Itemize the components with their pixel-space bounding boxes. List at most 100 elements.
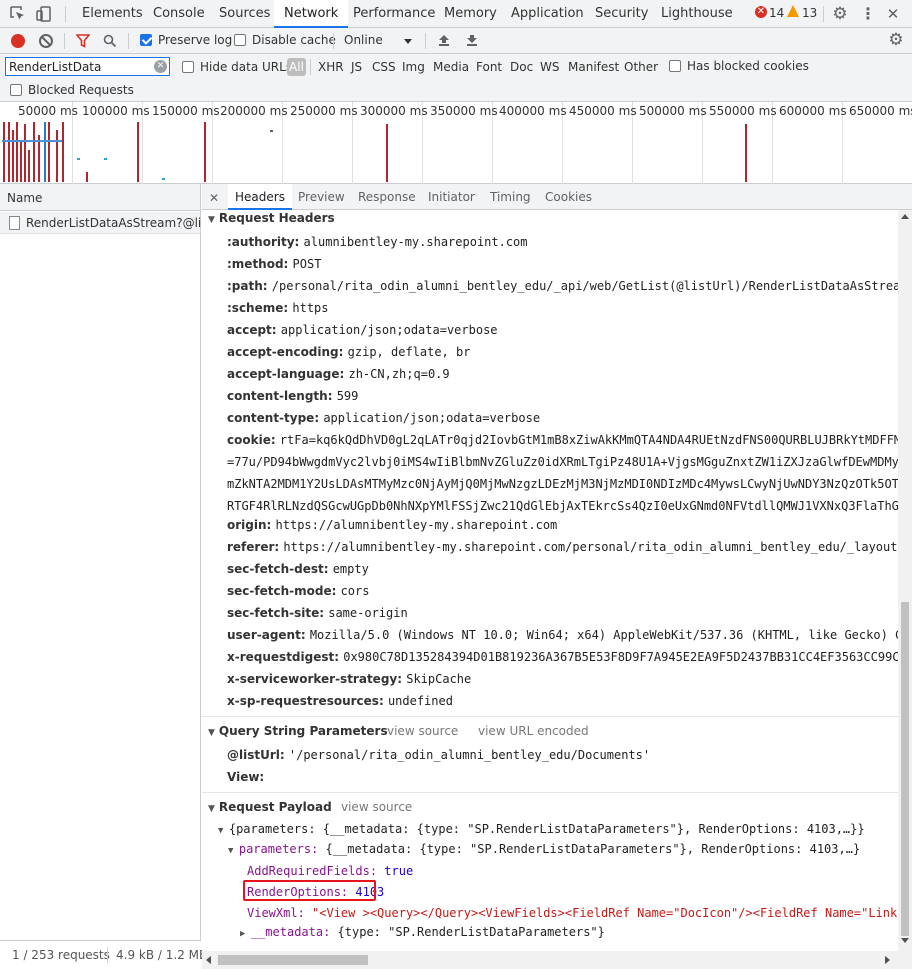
warning-count[interactable]: 13 — [802, 6, 817, 20]
header-row: cookie: rtFa=kq6kQdDhVD0gL2qLATr0qjd2Iov… — [227, 433, 898, 447]
request-details: ✕ Headers Preview Response Initiator Tim… — [202, 184, 912, 969]
header-value: Mozilla/5.0 (Windows NT 10.0; Win64; x64… — [309, 628, 898, 642]
close-details-icon[interactable]: ✕ — [209, 191, 219, 205]
tab-security[interactable]: Security — [595, 0, 648, 28]
timeline-tick: 550000 ms — [709, 104, 777, 118]
header-value: SkipCache — [406, 672, 472, 686]
record-icon[interactable] — [11, 34, 25, 48]
settings-gear-icon[interactable]: ⚙ — [831, 5, 849, 23]
inspect-element-icon[interactable] — [9, 5, 27, 23]
type-filter-js[interactable]: JS — [351, 60, 362, 74]
name-column-header[interactable]: Name — [7, 191, 42, 205]
expand-triangle-icon[interactable]: ▼ — [218, 826, 229, 836]
tab-performance[interactable]: Performance — [353, 0, 435, 28]
error-icon[interactable]: ✕ — [755, 6, 767, 18]
hide-data-urls-label[interactable]: Hide data URLs — [200, 60, 292, 74]
vertical-scrollbar[interactable] — [898, 210, 912, 969]
scroll-down-arrow-icon[interactable] — [901, 938, 909, 943]
type-filter-font[interactable]: Font — [476, 60, 502, 74]
preserve-log-checkbox[interactable] — [140, 34, 152, 46]
filter-input-value[interactable]: RenderListData — [9, 60, 101, 74]
horizontal-scrollbar[interactable] — [202, 951, 898, 969]
filter-icon[interactable] — [75, 34, 91, 51]
type-filter-xhr[interactable]: XHR — [318, 60, 344, 74]
collapse-triangle-icon[interactable]: ▼ — [208, 728, 215, 738]
header-row: origin: https://alumnibentley-my.sharepo… — [227, 518, 557, 532]
request-row[interactable]: RenderListDataAsStream?@lis... — [0, 212, 219, 234]
close-icon[interactable]: ✕ — [884, 5, 902, 23]
h-scroll-thumb[interactable] — [218, 955, 368, 965]
payload-root-line[interactable]: ▼ {parameters: {__metadata: {type: "SP.R… — [218, 822, 865, 836]
filter-input[interactable]: RenderListData ✕ — [5, 57, 170, 76]
payload-metadata-line[interactable]: ▶ __metadata: {type: "SP.RenderListDataP… — [240, 925, 605, 939]
type-filter-all[interactable]: All — [287, 58, 306, 76]
type-filter-media[interactable]: Media — [433, 60, 469, 74]
disable-cache-checkbox[interactable] — [234, 34, 246, 46]
throttling-select[interactable]: Online — [344, 33, 383, 47]
hide-data-urls-checkbox[interactable] — [182, 61, 194, 73]
query-string-section[interactable]: ▼ Query String Parameters — [208, 724, 388, 738]
dropdown-arrow-icon[interactable] — [404, 39, 412, 44]
clear-icon[interactable] — [39, 34, 53, 48]
warning-icon[interactable] — [787, 5, 799, 17]
scroll-up-arrow-icon[interactable] — [901, 214, 909, 219]
timeline-tick: 650000 ms — [849, 104, 912, 118]
type-filter-css[interactable]: CSS — [372, 60, 396, 74]
tab-cookies[interactable]: Cookies — [545, 184, 592, 210]
type-filter-img[interactable]: Img — [402, 60, 425, 74]
tab-timing[interactable]: Timing — [490, 184, 531, 210]
expand-triangle-icon[interactable]: ▼ — [228, 846, 239, 856]
tab-application[interactable]: Application — [511, 0, 584, 28]
header-key: user-agent: — [227, 628, 306, 642]
clear-filter-icon[interactable]: ✕ — [154, 60, 167, 73]
has-blocked-cookies-checkbox[interactable] — [669, 60, 681, 72]
timeline-tick: 500000 ms — [639, 104, 707, 118]
scroll-left-arrow-icon[interactable] — [206, 956, 211, 964]
network-settings-gear-icon[interactable]: ⚙ — [887, 31, 905, 49]
request-headers-section[interactable]: ▼ Request Headers — [208, 211, 335, 225]
tab-network[interactable]: Network — [274, 0, 349, 28]
payload-parameters-line[interactable]: ▼ parameters: {__metadata: {type: "SP.Re… — [228, 842, 860, 856]
search-icon[interactable] — [103, 34, 117, 51]
request-payload-section[interactable]: ▼ Request Payload — [208, 800, 332, 814]
header-value: zh-CN,zh;q=0.9 — [348, 367, 450, 381]
type-filter-manifest[interactable]: Manifest — [568, 60, 619, 74]
tab-preview[interactable]: Preview — [298, 184, 345, 210]
request-name[interactable]: RenderListDataAsStream?@lis... — [26, 216, 219, 230]
disable-cache-label[interactable]: Disable cache — [252, 33, 336, 47]
more-options-icon[interactable]: ⋮ — [859, 5, 877, 23]
header-value: cors — [340, 584, 370, 598]
tab-response[interactable]: Response — [358, 184, 416, 210]
header-key: x-requestdigest: — [227, 650, 340, 664]
expand-triangle-icon[interactable]: ▶ — [240, 929, 251, 939]
blocked-requests-checkbox[interactable] — [10, 84, 22, 96]
error-count[interactable]: 14 — [769, 6, 784, 20]
tab-sources[interactable]: Sources — [219, 0, 270, 28]
document-icon — [9, 216, 20, 230]
collapse-triangle-icon[interactable]: ▼ — [208, 804, 215, 814]
import-har-icon[interactable] — [437, 33, 451, 50]
scroll-thumb[interactable] — [901, 602, 909, 936]
collapse-triangle-icon[interactable]: ▼ — [208, 215, 215, 225]
view-source-link[interactable]: view source — [387, 724, 458, 738]
tab-memory[interactable]: Memory — [444, 0, 497, 28]
view-url-encoded-link[interactable]: view URL encoded — [478, 724, 589, 738]
timeline-tick: 200000 ms — [220, 104, 288, 118]
tab-elements[interactable]: Elements — [82, 0, 143, 28]
type-filter-ws[interactable]: WS — [540, 60, 559, 74]
type-filter-other[interactable]: Other — [624, 60, 658, 74]
device-toolbar-icon[interactable] — [35, 5, 53, 23]
type-filter-doc[interactable]: Doc — [510, 60, 533, 74]
tab-initiator[interactable]: Initiator — [428, 184, 475, 210]
scroll-right-arrow-icon[interactable] — [885, 956, 890, 964]
preserve-log-label[interactable]: Preserve log — [158, 33, 232, 47]
blocked-requests-label[interactable]: Blocked Requests — [28, 83, 134, 97]
tab-lighthouse[interactable]: Lighthouse — [661, 0, 733, 28]
view-source-link[interactable]: view source — [341, 800, 412, 814]
tab-headers[interactable]: Headers — [228, 184, 292, 210]
request-count: 1 / 253 requests — [12, 948, 110, 962]
export-har-icon[interactable] — [465, 33, 479, 50]
has-blocked-cookies-label[interactable]: Has blocked cookies — [687, 59, 809, 73]
header-value: empty — [332, 562, 369, 576]
tab-console[interactable]: Console — [153, 0, 205, 28]
